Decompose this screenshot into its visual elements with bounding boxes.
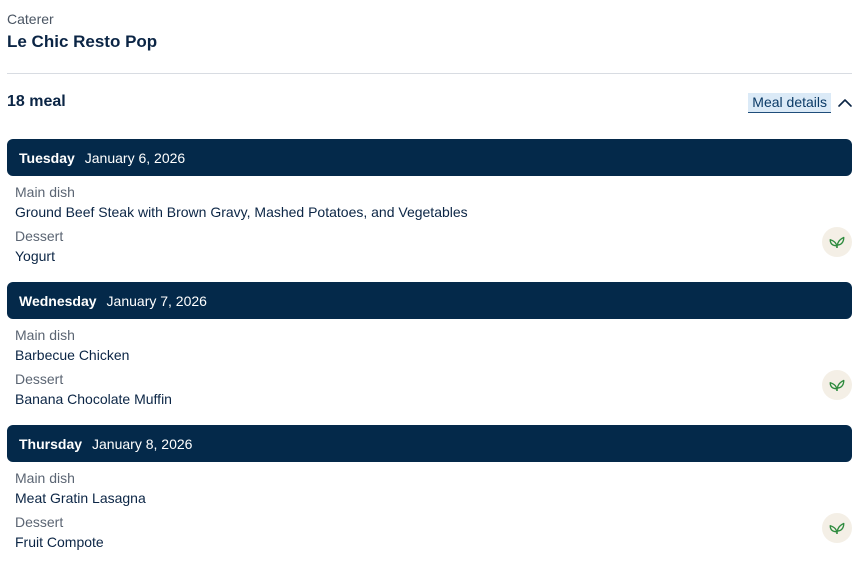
leaf-icon [829, 522, 845, 535]
main-dish-value: Ground Beef Steak with Brown Gravy, Mash… [15, 204, 468, 220]
dessert-value: Banana Chocolate Muffin [15, 391, 172, 407]
day-header: Tuesday January 6, 2026 [7, 139, 852, 176]
day-body: Main dish Meat Gratin Lasagna Dessert Fr… [7, 462, 852, 566]
caterer-label: Caterer [7, 11, 54, 27]
main-dish-label: Main dish [15, 470, 75, 486]
day-name: Wednesday [19, 292, 97, 309]
chevron-up-icon[interactable] [837, 95, 853, 111]
day-body: Main dish Barbecue Chicken Dessert Banan… [7, 319, 852, 425]
dessert-value: Yogurt [15, 248, 55, 264]
day-header: Wednesday January 7, 2026 [7, 282, 852, 319]
day-name: Thursday [19, 435, 83, 452]
dessert-label: Dessert [15, 371, 64, 387]
day-date: January 7, 2026 [106, 292, 207, 309]
caterer-name: Le Chic Resto Pop [7, 32, 158, 51]
day-date: January 6, 2026 [84, 149, 186, 166]
day-card-tuesday: Tuesday January 6, 2026 Main dish Ground… [7, 139, 852, 282]
dessert-label: Dessert [15, 228, 64, 244]
leaf-icon [829, 236, 845, 249]
day-body: Main dish Ground Beef Steak with Brown G… [7, 176, 852, 282]
main-dish-value: Meat Gratin Lasagna [15, 490, 146, 506]
vegetarian-badge [822, 227, 852, 257]
day-card-wednesday: Wednesday January 7, 2026 Main dish Barb… [7, 282, 852, 425]
main-dish-label: Main dish [15, 184, 75, 200]
dessert-label: Dessert [15, 514, 64, 530]
day-name: Tuesday [19, 149, 75, 166]
day-header: Thursday January 8, 2026 [7, 425, 852, 462]
main-dish-label: Main dish [15, 327, 75, 343]
meal-details-toggle[interactable]: Meal details [748, 93, 853, 113]
vegetarian-badge [822, 370, 852, 400]
divider [7, 73, 852, 74]
day-card-thursday: Thursday January 8, 2026 Main dish Meat … [7, 425, 852, 566]
leaf-icon [829, 379, 845, 392]
meal-count: 18 meal [7, 93, 66, 110]
dessert-value: Fruit Compote [15, 534, 104, 550]
day-date: January 8, 2026 [92, 435, 193, 452]
vegetarian-badge [822, 513, 852, 543]
main-dish-value: Barbecue Chicken [15, 347, 130, 363]
meal-details-link[interactable]: Meal details [748, 93, 831, 113]
